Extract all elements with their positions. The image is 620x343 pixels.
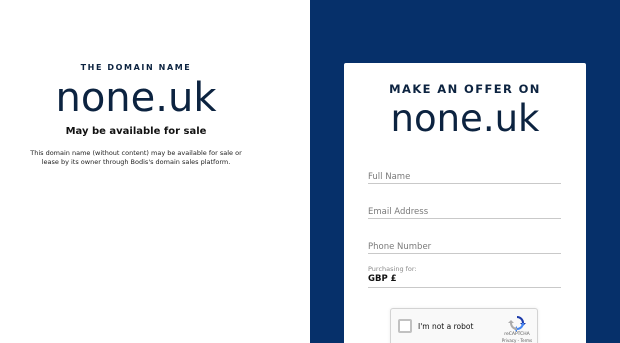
full-name-field: [368, 164, 561, 186]
recaptcha-brand: reCAPTCHA: [504, 332, 530, 337]
offer-form-card: MAKE AN OFFER ON none.uk Purchasing for:…: [344, 63, 586, 343]
recaptcha-widget: I'm not a robot reCAPTCHA Privacy - Term…: [390, 308, 538, 343]
recaptcha-logo-icon: [508, 316, 526, 332]
recaptcha-checkbox[interactable]: [398, 319, 412, 333]
domain-name-heading: none.uk: [55, 75, 217, 121]
currency-prefix: GBP £: [368, 274, 397, 284]
offer-title: MAKE AN OFFER ON: [389, 82, 541, 96]
eyebrow-label: THE DOMAIN NAME: [80, 63, 192, 72]
phone-field: [368, 234, 561, 256]
availability-subhead: May be available for sale: [65, 126, 207, 137]
recaptcha-privacy-terms-link[interactable]: Privacy - Terms: [497, 338, 537, 343]
email-field: [368, 199, 561, 221]
email-input[interactable]: [368, 203, 561, 221]
offer-amount-input[interactable]: [399, 271, 561, 287]
offer-domain-name: none.uk: [390, 97, 540, 140]
domain-description: This domain name (without content) may b…: [30, 149, 242, 166]
offer-amount-field: GBP £: [368, 271, 561, 288]
phone-input[interactable]: [368, 238, 561, 256]
domain-info-panel: THE DOMAIN NAME none.uk May be available…: [0, 0, 310, 343]
full-name-input[interactable]: [368, 168, 561, 186]
recaptcha-label: I'm not a robot: [418, 322, 474, 331]
